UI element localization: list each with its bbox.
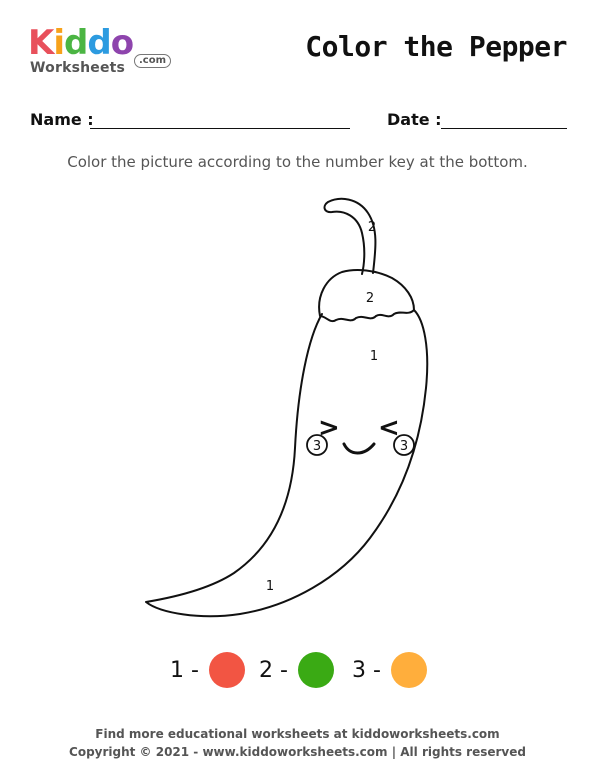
eye-left: >	[318, 413, 340, 443]
instructions: Color the picture according to the numbe…	[67, 153, 528, 171]
logo-letter: i	[53, 23, 65, 63]
pepper-mouth	[342, 442, 376, 455]
date-label: Date :	[387, 110, 442, 129]
footer-line-2: Copyright © 2021 - www.kiddoworksheets.c…	[69, 745, 526, 759]
pepper-stem	[323, 197, 377, 275]
key-label-1: 1 -	[170, 657, 199, 683]
footer-line-1: Find more educational worksheets at kidd…	[95, 727, 500, 741]
key-swatch-2	[297, 652, 334, 688]
logo-letter: d	[87, 23, 111, 63]
page-title: Color the Pepper	[305, 30, 567, 63]
key-item-3: 3 -	[352, 650, 427, 690]
date-field: Date :	[387, 110, 567, 129]
region-label-cheek-left: 3	[313, 439, 321, 454]
region-label-stem: 2	[368, 220, 376, 235]
region-label-cap: 2	[366, 291, 374, 306]
region-label-body-bottom: 1	[266, 579, 274, 594]
key-label-2: 2 -	[259, 657, 288, 683]
logo-com-badge: .com	[134, 54, 172, 68]
date-line[interactable]	[441, 128, 567, 129]
color-key: 1 - 2 - 3 -	[0, 650, 595, 690]
region-label-cheek-right: 3	[400, 439, 408, 454]
name-line[interactable]	[90, 128, 350, 129]
logo-letter: o	[110, 23, 134, 63]
key-item-2: 2 -	[259, 650, 334, 690]
kiddo-logo: Kiddo Worksheets .com	[28, 23, 172, 78]
key-swatch-3	[390, 652, 427, 688]
logo-letter: d	[64, 23, 88, 63]
logo-letter: K	[28, 23, 54, 63]
logo-wordmark: Kiddo	[28, 23, 134, 63]
logo-subtitle: Worksheets	[30, 60, 126, 76]
key-swatch-1	[208, 652, 245, 688]
key-label-3: 3 -	[352, 657, 381, 683]
name-label: Name :	[30, 110, 94, 129]
region-label-body-top: 1	[370, 349, 378, 364]
name-field: Name :	[30, 110, 350, 129]
pepper-illustration: > < 2 2 1 1 3 3	[145, 197, 429, 618]
eye-right: <	[378, 413, 400, 443]
pepper-body	[145, 309, 429, 618]
key-item-1: 1 -	[170, 650, 245, 690]
